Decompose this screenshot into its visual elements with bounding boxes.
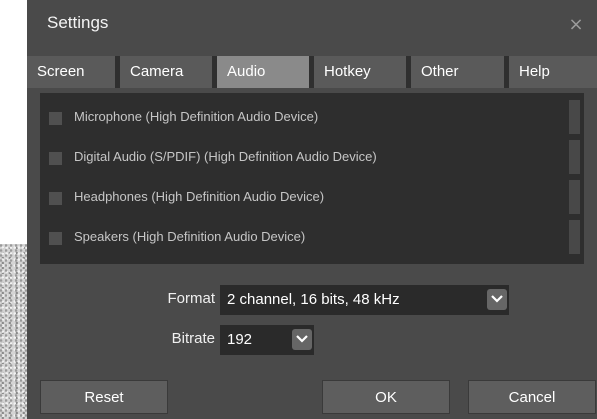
level-meter [569, 220, 580, 254]
tab-help[interactable]: Help [509, 56, 597, 88]
audio-device-list: Microphone (High Definition Audio Device… [40, 93, 584, 264]
title-bar: Settings × [27, 0, 597, 52]
device-checkbox[interactable] [49, 232, 62, 245]
device-row-digital-audio[interactable]: Digital Audio (S/PDIF) (High Definition … [40, 138, 560, 178]
chevron-down-icon[interactable] [487, 289, 507, 310]
bitrate-select[interactable]: 192 [220, 325, 314, 355]
format-select[interactable]: 2 channel, 16 bits, 48 kHz [220, 285, 509, 315]
cancel-button[interactable]: Cancel [468, 380, 596, 414]
format-label: Format [167, 290, 215, 307]
format-value: 2 channel, 16 bits, 48 kHz [227, 291, 400, 308]
bitrate-label: Bitrate [171, 330, 215, 347]
device-label: Headphones (High Definition Audio Device… [74, 189, 325, 204]
chevron-down-icon[interactable] [292, 329, 312, 350]
device-row-microphone[interactable]: Microphone (High Definition Audio Device… [40, 98, 560, 138]
tab-bar: Screen Camera Audio Hotkey Other Help [27, 56, 597, 88]
tab-label: Audio [227, 63, 266, 80]
tab-audio[interactable]: Audio [217, 56, 309, 88]
tab-label: Hotkey [324, 63, 371, 80]
close-icon[interactable]: × [563, 12, 589, 38]
tab-label: Camera [130, 63, 184, 80]
settings-dialog: Settings × Screen Camera Audio Hotkey Ot… [27, 0, 597, 419]
tab-other[interactable]: Other [411, 56, 504, 88]
device-label: Digital Audio (S/PDIF) (High Definition … [74, 149, 377, 164]
device-checkbox[interactable] [49, 152, 62, 165]
tab-hotkey[interactable]: Hotkey [314, 56, 406, 88]
reset-button[interactable]: Reset [40, 380, 168, 414]
level-meter [569, 140, 580, 174]
device-label: Speakers (High Definition Audio Device) [74, 229, 306, 244]
tab-label: Other [421, 63, 459, 80]
tab-label: Screen [37, 63, 85, 80]
level-meter [569, 180, 580, 214]
device-row-headphones[interactable]: Headphones (High Definition Audio Device… [40, 178, 560, 218]
dialog-title: Settings [47, 13, 109, 32]
device-label: Microphone (High Definition Audio Device… [74, 109, 319, 124]
tab-label: Help [519, 63, 550, 80]
tab-screen[interactable]: Screen [27, 56, 115, 88]
device-checkbox[interactable] [49, 112, 62, 125]
bitrate-value: 192 [227, 331, 253, 348]
device-checkbox[interactable] [49, 192, 62, 205]
level-meter [569, 100, 580, 134]
device-row-speakers[interactable]: Speakers (High Definition Audio Device) [40, 218, 560, 258]
tab-camera[interactable]: Camera [120, 56, 212, 88]
ok-button[interactable]: OK [322, 380, 450, 414]
